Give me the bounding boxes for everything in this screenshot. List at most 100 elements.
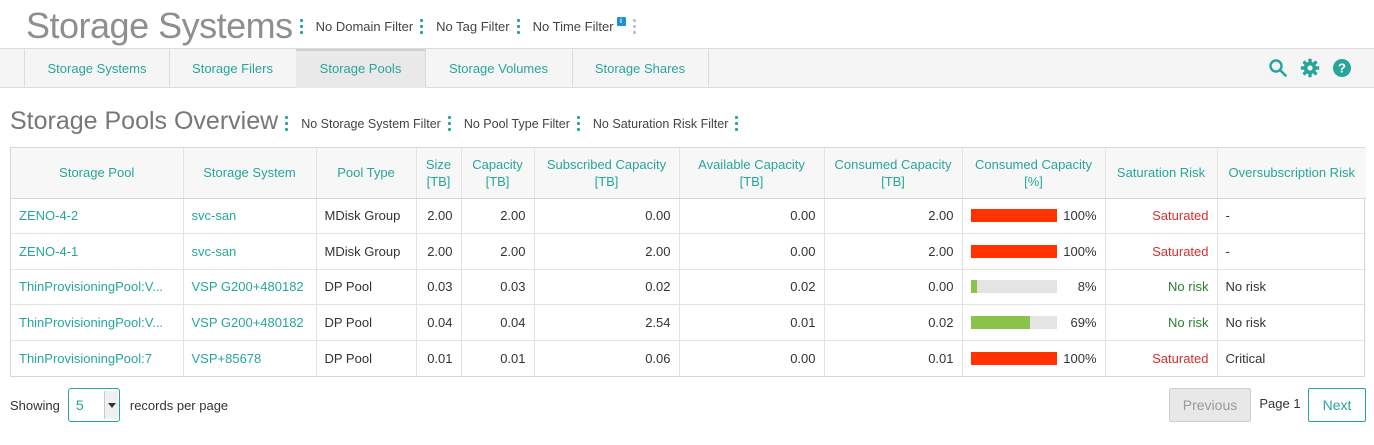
column-header[interactable]: Pool Type <box>316 148 417 199</box>
records-per-page-control: Showing 5 records per page <box>10 388 228 422</box>
column-header[interactable]: Available Capacity [TB] <box>679 148 825 199</box>
svg-text:?: ? <box>1338 61 1346 76</box>
column-header-label: Oversubscription Risk <box>1228 165 1355 181</box>
column-header[interactable]: Capacity [TB] <box>461 148 535 199</box>
capacity-cell: 0.04 <box>461 304 535 341</box>
progress-bar-fill <box>970 244 1057 258</box>
gear-icon[interactable] <box>1300 58 1320 78</box>
column-header-label: Consumed Capacity <box>974 156 1093 172</box>
pool-type-cell: DP Pool <box>316 304 417 341</box>
subscribed-capacity-cell: 0.06 <box>534 340 680 376</box>
domain-filter[interactable]: No Domain Filter <box>316 19 414 34</box>
storage-pool-link[interactable]: ThinProvisioningPool:V... <box>11 269 184 306</box>
page-title: Storage Systems <box>26 5 293 46</box>
storage-pool-link[interactable]: ThinProvisioningPool:7 <box>11 340 184 376</box>
progress-bar-fill <box>970 351 1057 365</box>
column-header-label: Pool Type <box>337 165 395 181</box>
consumed-capacity-cell: 0.01 <box>824 340 963 376</box>
storage-system-link[interactable]: VSP G200+480182 <box>183 269 317 306</box>
column-header-label: Size <box>425 156 452 172</box>
size-cell: 2.00 <box>416 233 462 270</box>
tab-storage-systems[interactable]: Storage Systems <box>24 49 170 88</box>
storage-system-filter-menu-icon[interactable] <box>447 115 454 131</box>
consumed-pct-label: 8% <box>1077 279 1097 295</box>
time-filter[interactable]: No Time Filter <box>533 19 614 34</box>
column-header-unit: [TB] <box>881 173 905 189</box>
column-header[interactable]: Storage System <box>183 148 317 199</box>
pool-type-cell: DP Pool <box>316 269 417 306</box>
column-header-label: Subscribed Capacity <box>546 156 667 172</box>
consumed-pct-label: 100% <box>1063 350 1097 366</box>
column-header-label: Storage Pool <box>59 165 135 181</box>
consumed-pct-cell: 69% <box>962 304 1106 341</box>
tag-filter-menu-icon[interactable] <box>516 18 523 34</box>
records-per-page-label: records per page <box>129 397 229 413</box>
consumed-pct-label: 69% <box>1070 315 1097 331</box>
table-body: ZENO-4-2 svc-san MDisk Group 2.00 2.00 0.00 0.… <box>11 198 1366 376</box>
column-header[interactable]: Storage Pool <box>11 148 184 199</box>
column-header-unit: [TB] <box>739 173 764 189</box>
domain-filter-menu-icon[interactable] <box>420 18 426 34</box>
column-header[interactable]: Oversubscription Risk <box>1217 148 1366 199</box>
records-per-page-select[interactable]: 5 <box>67 388 120 422</box>
consumed-pct-cell: 8% <box>962 269 1106 306</box>
consumed-pct-bar-group: 100% <box>970 350 1097 366</box>
column-header[interactable]: Subscribed Capacity [TB] <box>534 148 680 199</box>
chevron-down-icon[interactable] <box>103 391 118 419</box>
saturation-risk-cell: Saturated <box>1105 233 1218 270</box>
oversubscription-risk-cell: - <box>1217 233 1366 270</box>
next-button[interactable]: Next <box>1308 388 1366 422</box>
saturation-risk-cell: Saturated <box>1105 340 1218 376</box>
column-header[interactable]: Consumed Capacity [TB] <box>824 148 963 199</box>
saturation-risk-filter-menu-icon[interactable] <box>735 115 741 131</box>
column-header-label: Capacity <box>472 156 523 172</box>
oversubscription-risk-cell: No risk <box>1217 269 1366 306</box>
page-indicator: Page 1 <box>1259 396 1301 411</box>
subscribed-capacity-cell: 0.02 <box>534 269 680 306</box>
pool-type-filter-menu-icon[interactable] <box>576 115 583 131</box>
tag-filter[interactable]: No Tag Filter <box>436 19 509 34</box>
capacity-cell: 2.00 <box>461 233 535 270</box>
table-row: ThinProvisioningPool:7 VSP+85678 DP Pool 0.… <box>11 340 1366 376</box>
storage-pool-link[interactable]: ZENO-4-1 <box>11 233 184 270</box>
progress-bar <box>970 351 1057 365</box>
storage-system-link[interactable]: VSP+85678 <box>183 340 317 376</box>
column-header-label: Storage System <box>203 165 296 181</box>
tab-storage-shares[interactable]: Storage Shares <box>572 49 709 88</box>
consumed-pct-label: 100% <box>1063 208 1097 224</box>
capacity-cell: 2.00 <box>461 198 535 235</box>
column-header[interactable]: Consumed Capacity [%] <box>962 148 1106 199</box>
storage-system-filter[interactable]: No Storage System Filter <box>301 117 441 131</box>
storage-pool-link[interactable]: ThinProvisioningPool:V... <box>11 304 184 341</box>
tab-storage-filers[interactable]: Storage Filers <box>169 49 297 88</box>
consumed-capacity-cell: 2.00 <box>824 198 963 235</box>
search-icon[interactable] <box>1268 58 1288 78</box>
column-header[interactable]: Saturation Risk <box>1105 148 1218 199</box>
column-header-unit: [%] <box>1024 173 1043 189</box>
storage-system-link[interactable]: svc-san <box>183 233 317 270</box>
page-header: Storage Systems No Domain Filter No Tag … <box>26 4 649 48</box>
storage-system-link[interactable]: VSP G200+480182 <box>183 304 317 341</box>
title-menu-icon[interactable] <box>299 18 306 34</box>
storage-system-link[interactable]: svc-san <box>183 198 317 235</box>
column-header[interactable]: Size [TB] <box>416 148 462 199</box>
time-filter-menu-icon[interactable] <box>632 18 639 34</box>
saturation-risk-filter[interactable]: No Saturation Risk Filter <box>593 117 728 131</box>
storage-pool-link[interactable]: ZENO-4-2 <box>11 198 184 235</box>
help-icon[interactable]: ? <box>1332 58 1352 78</box>
table-row: ZENO-4-1 svc-san MDisk Group 2.00 2.00 2.00 0.… <box>11 233 1366 270</box>
oversubscription-risk-cell: No risk <box>1217 304 1366 341</box>
section-menu-icon[interactable] <box>285 115 291 131</box>
info-icon[interactable]: i <box>616 16 626 26</box>
saturation-risk-cell: No risk <box>1105 304 1218 341</box>
tab-storage-volumes[interactable]: Storage Volumes <box>425 49 573 88</box>
tab-storage-pools[interactable]: Storage Pools <box>296 49 426 88</box>
pool-type-filter[interactable]: No Pool Type Filter <box>464 117 570 131</box>
showing-label: Showing <box>10 397 60 413</box>
oversubscription-risk-cell: - <box>1217 198 1366 235</box>
previous-button[interactable]: Previous <box>1169 388 1251 422</box>
column-header-label: Consumed Capacity <box>834 156 952 172</box>
saturation-risk-cell: No risk <box>1105 269 1218 306</box>
available-capacity-cell: 0.00 <box>679 233 825 270</box>
column-header-unit: [TB] <box>594 173 619 189</box>
